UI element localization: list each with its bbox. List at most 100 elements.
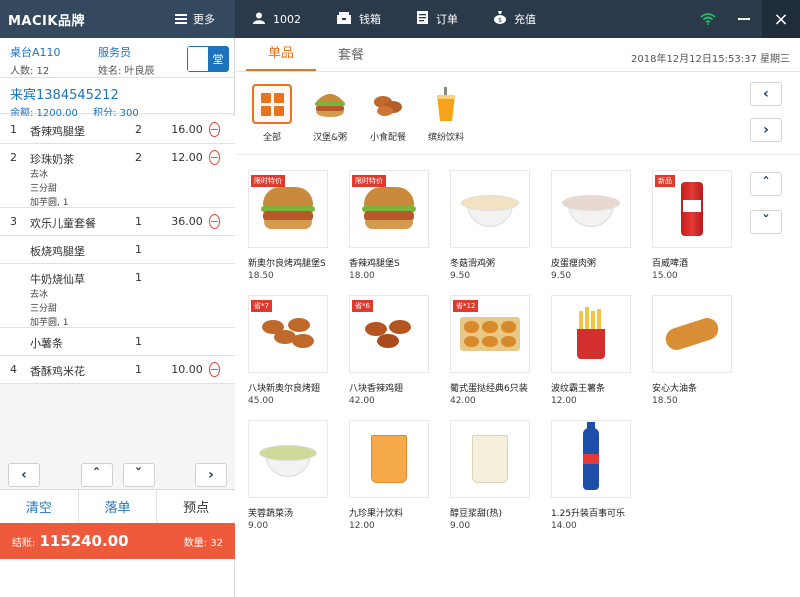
- top-bar: MACIK品牌 更多 1002 钱箱 订单 $ 充值 ×: [0, 0, 800, 38]
- grid-icon: [252, 84, 292, 124]
- cashbox-label: 钱箱: [359, 13, 381, 26]
- checkout-quantity: 数量: 32: [183, 537, 223, 549]
- product-name: 冬菇滑鸡粥: [450, 259, 496, 269]
- category-label: 全部: [262, 133, 281, 143]
- order-item-name: 牛奶烧仙草: [30, 273, 85, 286]
- order-item-name: 欢乐儿童套餐: [30, 217, 96, 230]
- product-image: 省*6: [349, 295, 429, 373]
- order-note: 三分甜: [30, 304, 58, 314]
- product-image: [551, 420, 631, 498]
- category-burger-porridge[interactable]: 汉堡&粥: [310, 84, 350, 143]
- product-tag: 省*7: [251, 300, 272, 312]
- chevron-up-icon: ˆ: [93, 467, 100, 483]
- more-label: 更多: [193, 13, 215, 26]
- scroll-up-button[interactable]: ˆ: [80, 463, 113, 487]
- category-drinks[interactable]: 缤纷饮料: [426, 84, 466, 143]
- next-page-button[interactable]: ›: [195, 463, 227, 487]
- product-price: 14.00: [551, 521, 577, 531]
- prev-page-button[interactable]: ‹: [8, 463, 40, 487]
- remove-item-icon[interactable]: −: [208, 150, 220, 165]
- user-id: 1002: [273, 12, 301, 26]
- product-card[interactable]: 九珍果汁饮料 12.00: [349, 420, 450, 531]
- clear-button[interactable]: 清空: [0, 490, 79, 523]
- product-card[interactable]: 省*7 八块新奥尔良烤翅 45.00: [248, 295, 349, 406]
- money-bag-icon: $: [494, 11, 506, 27]
- order-row[interactable]: 牛奶烧仙草 去冰 三分甜 加芋圆, 1 1: [0, 264, 235, 328]
- scroll-down-button[interactable]: ˇ: [122, 463, 155, 487]
- cashbox-button[interactable]: 钱箱: [319, 0, 399, 38]
- order-item: 小薯条: [22, 335, 134, 351]
- more-button[interactable]: 更多: [175, 0, 215, 38]
- chevron-down-icon: ˇ: [762, 214, 770, 230]
- product-card[interactable]: 新品 百威啤酒 15.00: [652, 170, 753, 281]
- product-name: 皮蛋瘦肉粥: [551, 259, 597, 269]
- remove-item-icon[interactable]: −: [208, 122, 220, 137]
- minimize-button[interactable]: [726, 0, 762, 38]
- order-icon: [417, 11, 428, 27]
- product-image: 省*12: [450, 295, 530, 373]
- wifi-icon: [690, 0, 726, 38]
- category-all[interactable]: 全部: [252, 84, 292, 143]
- recharge-button[interactable]: $ 充值: [476, 0, 554, 38]
- user-button[interactable]: 1002: [235, 0, 319, 38]
- product-card[interactable]: 波纹霸王薯条 12.00: [551, 295, 652, 406]
- waiter-block[interactable]: 服务员 姓名: 叶良辰: [88, 38, 178, 77]
- menu-panel: 单品 套餐 2018年12月12日15:53:37 星期三 全部 汉堡&粥 小食…: [236, 38, 800, 597]
- remove-item-icon[interactable]: −: [208, 362, 220, 377]
- category-prev-button[interactable]: ‹: [750, 82, 782, 106]
- category-next-button[interactable]: ›: [750, 118, 782, 142]
- product-card[interactable]: 皮蛋瘦肉粥 9.50: [551, 170, 652, 281]
- pre-order-button[interactable]: 预点: [157, 490, 236, 523]
- order-row[interactable]: 1 香辣鸡腿堡 2 16.00−: [0, 116, 235, 144]
- chevron-down-icon: ˇ: [135, 467, 142, 483]
- order-row[interactable]: 2 珍珠奶茶 去冰 三分甜 加芋圆, 1 2 12.00−: [0, 144, 235, 208]
- dine-in-toggle[interactable]: 堂: [187, 46, 229, 72]
- product-name: 葡式蛋挞经典6只装: [450, 384, 528, 394]
- product-price: 18.50: [248, 271, 274, 281]
- order-qty: 1: [135, 335, 142, 348]
- product-name: 香辣鸡腿堡S: [349, 259, 400, 269]
- member-info[interactable]: 来宾1384545212 余额: 1200.00 积分: 300: [0, 78, 234, 119]
- product-card[interactable]: 限时特价 香辣鸡腿堡S 18.00: [349, 170, 450, 281]
- close-button[interactable]: ×: [762, 0, 800, 38]
- order-list[interactable]: 1 香辣鸡腿堡 2 16.00− 2 珍珠奶茶 去冰 三分甜 加芋圆, 1 2 12.…: [0, 116, 235, 501]
- product-card[interactable]: 1.25升装百事可乐 14.00: [551, 420, 652, 531]
- product-card[interactable]: 省*12 葡式蛋挞经典6只装 42.00: [450, 295, 551, 406]
- product-down-button[interactable]: ˇ: [750, 210, 782, 234]
- category-label: 缤纷饮料: [427, 133, 464, 143]
- product-price: 45.00: [248, 396, 274, 406]
- order-button[interactable]: 订单: [399, 0, 476, 38]
- product-image: 新品: [652, 170, 732, 248]
- order-row[interactable]: 3 欢乐儿童套餐 1 36.00−: [0, 208, 235, 236]
- product-card[interactable]: 安心大油条 18.50: [652, 295, 753, 406]
- order-qty: 1: [135, 363, 142, 376]
- product-image: [652, 295, 732, 373]
- category-snacks[interactable]: 小食配餐: [368, 84, 408, 143]
- tab-combo[interactable]: 套餐: [316, 44, 386, 71]
- order-subtotal-value: 16.00: [171, 123, 203, 136]
- order-row[interactable]: 小薯条 1: [0, 328, 235, 356]
- place-order-button[interactable]: 落单: [78, 490, 158, 523]
- remove-item-icon[interactable]: −: [208, 214, 220, 229]
- order-row[interactable]: 板烧鸡腿堡 1: [0, 236, 235, 264]
- order-row[interactable]: 4 香酥鸡米花 1 10.00−: [0, 356, 235, 384]
- order-no: 4: [10, 363, 17, 376]
- tab-single[interactable]: 单品: [246, 42, 316, 71]
- product-card[interactable]: 限时特价 新奥尔良烤鸡腿堡S 18.50: [248, 170, 349, 281]
- product-card[interactable]: 芙蓉蔬菜汤 9.00: [248, 420, 349, 531]
- order-item: 牛奶烧仙草 去冰 三分甜 加芋圆, 1: [22, 271, 134, 329]
- product-image: [551, 295, 631, 373]
- product-arrows: ˆ ˇ: [750, 172, 782, 246]
- table-block[interactable]: 桌台A110 人数: 12: [0, 38, 88, 77]
- product-image: 省*7: [248, 295, 328, 373]
- order-subtotal-value: 10.00: [171, 363, 203, 376]
- brand-area: MACIK品牌 更多: [0, 0, 235, 38]
- product-card[interactable]: 省*6 八块香辣鸡翅 42.00: [349, 295, 450, 406]
- checkout-bar[interactable]: 结账: 115240.00 数量: 32: [0, 523, 235, 559]
- guest-count: 人数: 12: [10, 66, 50, 77]
- product-up-button[interactable]: ˆ: [750, 172, 782, 196]
- order-note: 去冰: [30, 170, 49, 180]
- chevron-right-icon: ›: [208, 467, 214, 483]
- product-card[interactable]: 冬菇滑鸡粥 9.50: [450, 170, 551, 281]
- product-card[interactable]: 醇豆浆甜(热) 9.00: [450, 420, 551, 531]
